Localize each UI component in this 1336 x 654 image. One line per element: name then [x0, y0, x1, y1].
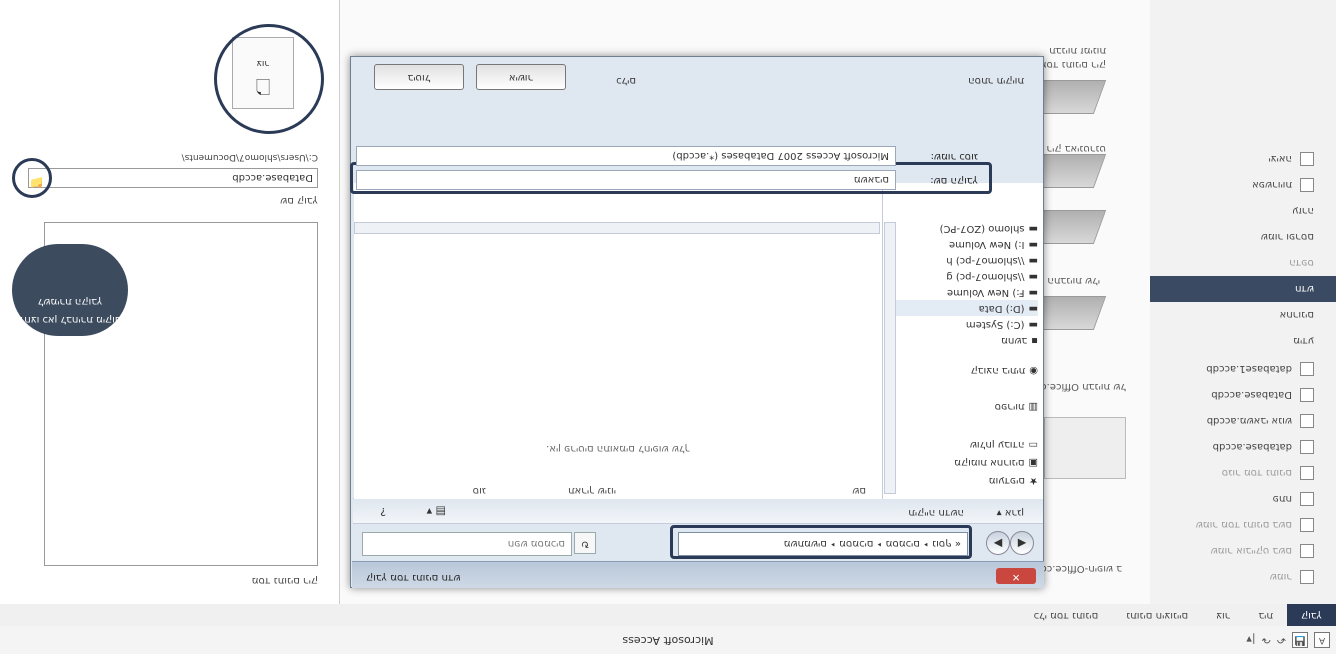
db-file-icon: [1300, 388, 1314, 402]
filetype-select[interactable]: Microsoft Access 2007 Databases (*.accdb…: [356, 146, 896, 166]
star-icon: ★: [1029, 475, 1038, 486]
column-date[interactable]: תאריך שינוי: [568, 485, 616, 496]
network-icon: ▬: [1028, 271, 1038, 282]
empty-text: אין פריטים התואמים לחיפוש שלך.: [546, 443, 690, 454]
template-label: מסד נתונים ריק: [1039, 59, 1106, 70]
filename-label: שם קובץ: [280, 195, 318, 206]
nav-network-g[interactable]: ▬ \\shlomo7-pc) g: [888, 268, 1038, 284]
homegroup-icon: ◉: [1029, 365, 1038, 376]
nav-computer[interactable]: ▪ מחשב: [888, 332, 1038, 348]
exit-icon: [1300, 152, 1314, 166]
nav-open[interactable]: פתח: [1150, 486, 1336, 512]
office-template-tile[interactable]: [1044, 417, 1126, 479]
recent-file[interactable]: database.accdb: [1150, 434, 1336, 460]
tab-external-data[interactable]: נתונים חיצוניים: [1112, 604, 1202, 626]
options-icon: [1300, 178, 1314, 192]
close-db-icon: [1300, 466, 1314, 480]
dialog-close-button[interactable]: ✕: [996, 568, 1036, 584]
address-highlight: [670, 525, 972, 559]
drive-icon: ▬: [1028, 287, 1038, 298]
organize-button[interactable]: ארגן ▾: [997, 507, 1024, 518]
column-name[interactable]: שם: [852, 485, 866, 496]
tools-button[interactable]: כלים: [616, 75, 636, 86]
back-button[interactable]: ◀: [1010, 531, 1034, 555]
filename-highlight: [350, 162, 992, 194]
drive-icon: ▬: [1028, 303, 1038, 314]
db-file-icon: [1300, 414, 1314, 428]
recent-file[interactable]: database1.accdb: [1150, 356, 1336, 382]
db-file-icon: [1300, 362, 1314, 376]
browse-folder-icon[interactable]: 📁: [29, 176, 44, 190]
recent-file[interactable]: משאבי אנוש.accdb: [1150, 408, 1336, 434]
nav-save-db-as[interactable]: שמור מסד נתונים בשם: [1150, 512, 1336, 538]
save-db-icon: [1300, 518, 1314, 532]
open-icon: [1300, 492, 1314, 506]
network-icon: ▬: [1028, 255, 1038, 266]
nav-drive-i[interactable]: ▬ I:) New Volume: [888, 236, 1038, 252]
nav-close-db[interactable]: סגור מסד נתונים: [1150, 460, 1336, 486]
tab-home[interactable]: בית: [1244, 604, 1287, 626]
nav-scrollbar[interactable]: [884, 222, 896, 494]
browse-tooltip: לחצו כאן לבחירת מיקום לשמירת הקובץ: [12, 244, 128, 336]
computer-icon: ▪: [1031, 335, 1038, 346]
app-title: Microsoft Access: [622, 634, 714, 647]
tab-file[interactable]: קובץ: [1287, 604, 1336, 626]
h-scrollbar[interactable]: [354, 222, 880, 234]
nav-network-h[interactable]: ▬ \\shlomo7-pc) h: [888, 252, 1038, 268]
network-icon: ▬: [1028, 223, 1038, 234]
column-type[interactable]: סוג: [473, 485, 486, 496]
recent-file[interactable]: Database.accdb: [1150, 382, 1336, 408]
dialog-filetype-label: שמור כסוג:: [930, 151, 978, 162]
nav-libraries[interactable]: ▥ ספריות: [888, 398, 1038, 414]
blank-db-title: מסד נתונים ריק: [251, 575, 318, 586]
nav-exit[interactable]: יציאה: [1150, 146, 1336, 172]
office-search-label: חיפוש ב-Office.com: [1030, 563, 1122, 574]
nav-homegroup[interactable]: ◉ קבוצה ביתית: [888, 362, 1038, 378]
nav-print[interactable]: הדפס: [1150, 250, 1336, 276]
template-label: התבניות שלי: [1047, 275, 1100, 286]
ribbon-tabs: קובץ בית צור נתונים חיצוניים כלי מסד נתו…: [0, 603, 1336, 626]
save-icon: [1300, 570, 1314, 584]
nav-help[interactable]: עזרה: [1150, 198, 1336, 224]
nav-recent-places[interactable]: ▣ מקומות אחרונים: [888, 454, 1038, 470]
recent-icon: ▣: [1028, 457, 1038, 468]
nav-new[interactable]: חדש: [1150, 276, 1336, 302]
nav-favorites[interactable]: ★ מועדפים: [888, 472, 1038, 488]
save-as-icon: [1300, 544, 1314, 558]
library-icon: ▥: [1028, 401, 1038, 412]
tab-create[interactable]: צור: [1202, 604, 1244, 626]
filename-field[interactable]: Database.accdb: [28, 168, 318, 188]
nav-save-publish[interactable]: שמור ופרסם: [1150, 224, 1336, 250]
view-icon[interactable]: ▤ ▾: [427, 505, 446, 518]
cancel-button[interactable]: ביטול: [374, 64, 464, 90]
desktop-icon: ▭: [1028, 439, 1038, 450]
create-button-highlight: [214, 24, 324, 134]
db-file-icon: [1300, 440, 1314, 454]
nav-desktop[interactable]: ▭ שולחן עבודה: [888, 436, 1038, 452]
nav-options[interactable]: אפשרויות: [1150, 172, 1336, 198]
dialog-title: קובץ מסד נתונים חדש: [366, 572, 461, 583]
forward-button[interactable]: ▶: [986, 531, 1010, 555]
drive-icon: ▬: [1028, 319, 1038, 330]
new-folder-button[interactable]: תיקייה חדשה: [908, 507, 964, 518]
nav-drive-d[interactable]: ▬ (D:) Data: [888, 300, 1038, 316]
refresh-button[interactable]: ↻: [574, 532, 596, 554]
drive-icon: ▬: [1028, 239, 1038, 250]
nav-drive-f[interactable]: ▬ F:) New Volume: [888, 284, 1038, 300]
nav-save-object-as[interactable]: שמור אובייקט בשם: [1150, 538, 1336, 564]
search-input[interactable]: חפש מסמכים: [362, 532, 572, 556]
nav-save[interactable]: שמור: [1150, 564, 1336, 590]
path-text: C:\Users\shlomo7\Documents\: [181, 152, 318, 162]
templates-header: תבניות זמינות: [1049, 45, 1106, 56]
help-icon[interactable]: ?: [380, 505, 386, 518]
hide-folders-button[interactable]: הסתר תיקיות: [968, 75, 1024, 86]
nav-network-shlomo[interactable]: ▬ shlomo (ZO7-PC): [888, 220, 1038, 236]
tab-database-tools[interactable]: כלי מסד נתונים: [1020, 604, 1112, 626]
nav-info[interactable]: מידע: [1150, 328, 1336, 354]
nav-recent[interactable]: אחרונים: [1150, 302, 1336, 328]
ok-button[interactable]: אישור: [476, 64, 566, 90]
nav-drive-c[interactable]: ▬ (C:) System: [888, 316, 1038, 332]
